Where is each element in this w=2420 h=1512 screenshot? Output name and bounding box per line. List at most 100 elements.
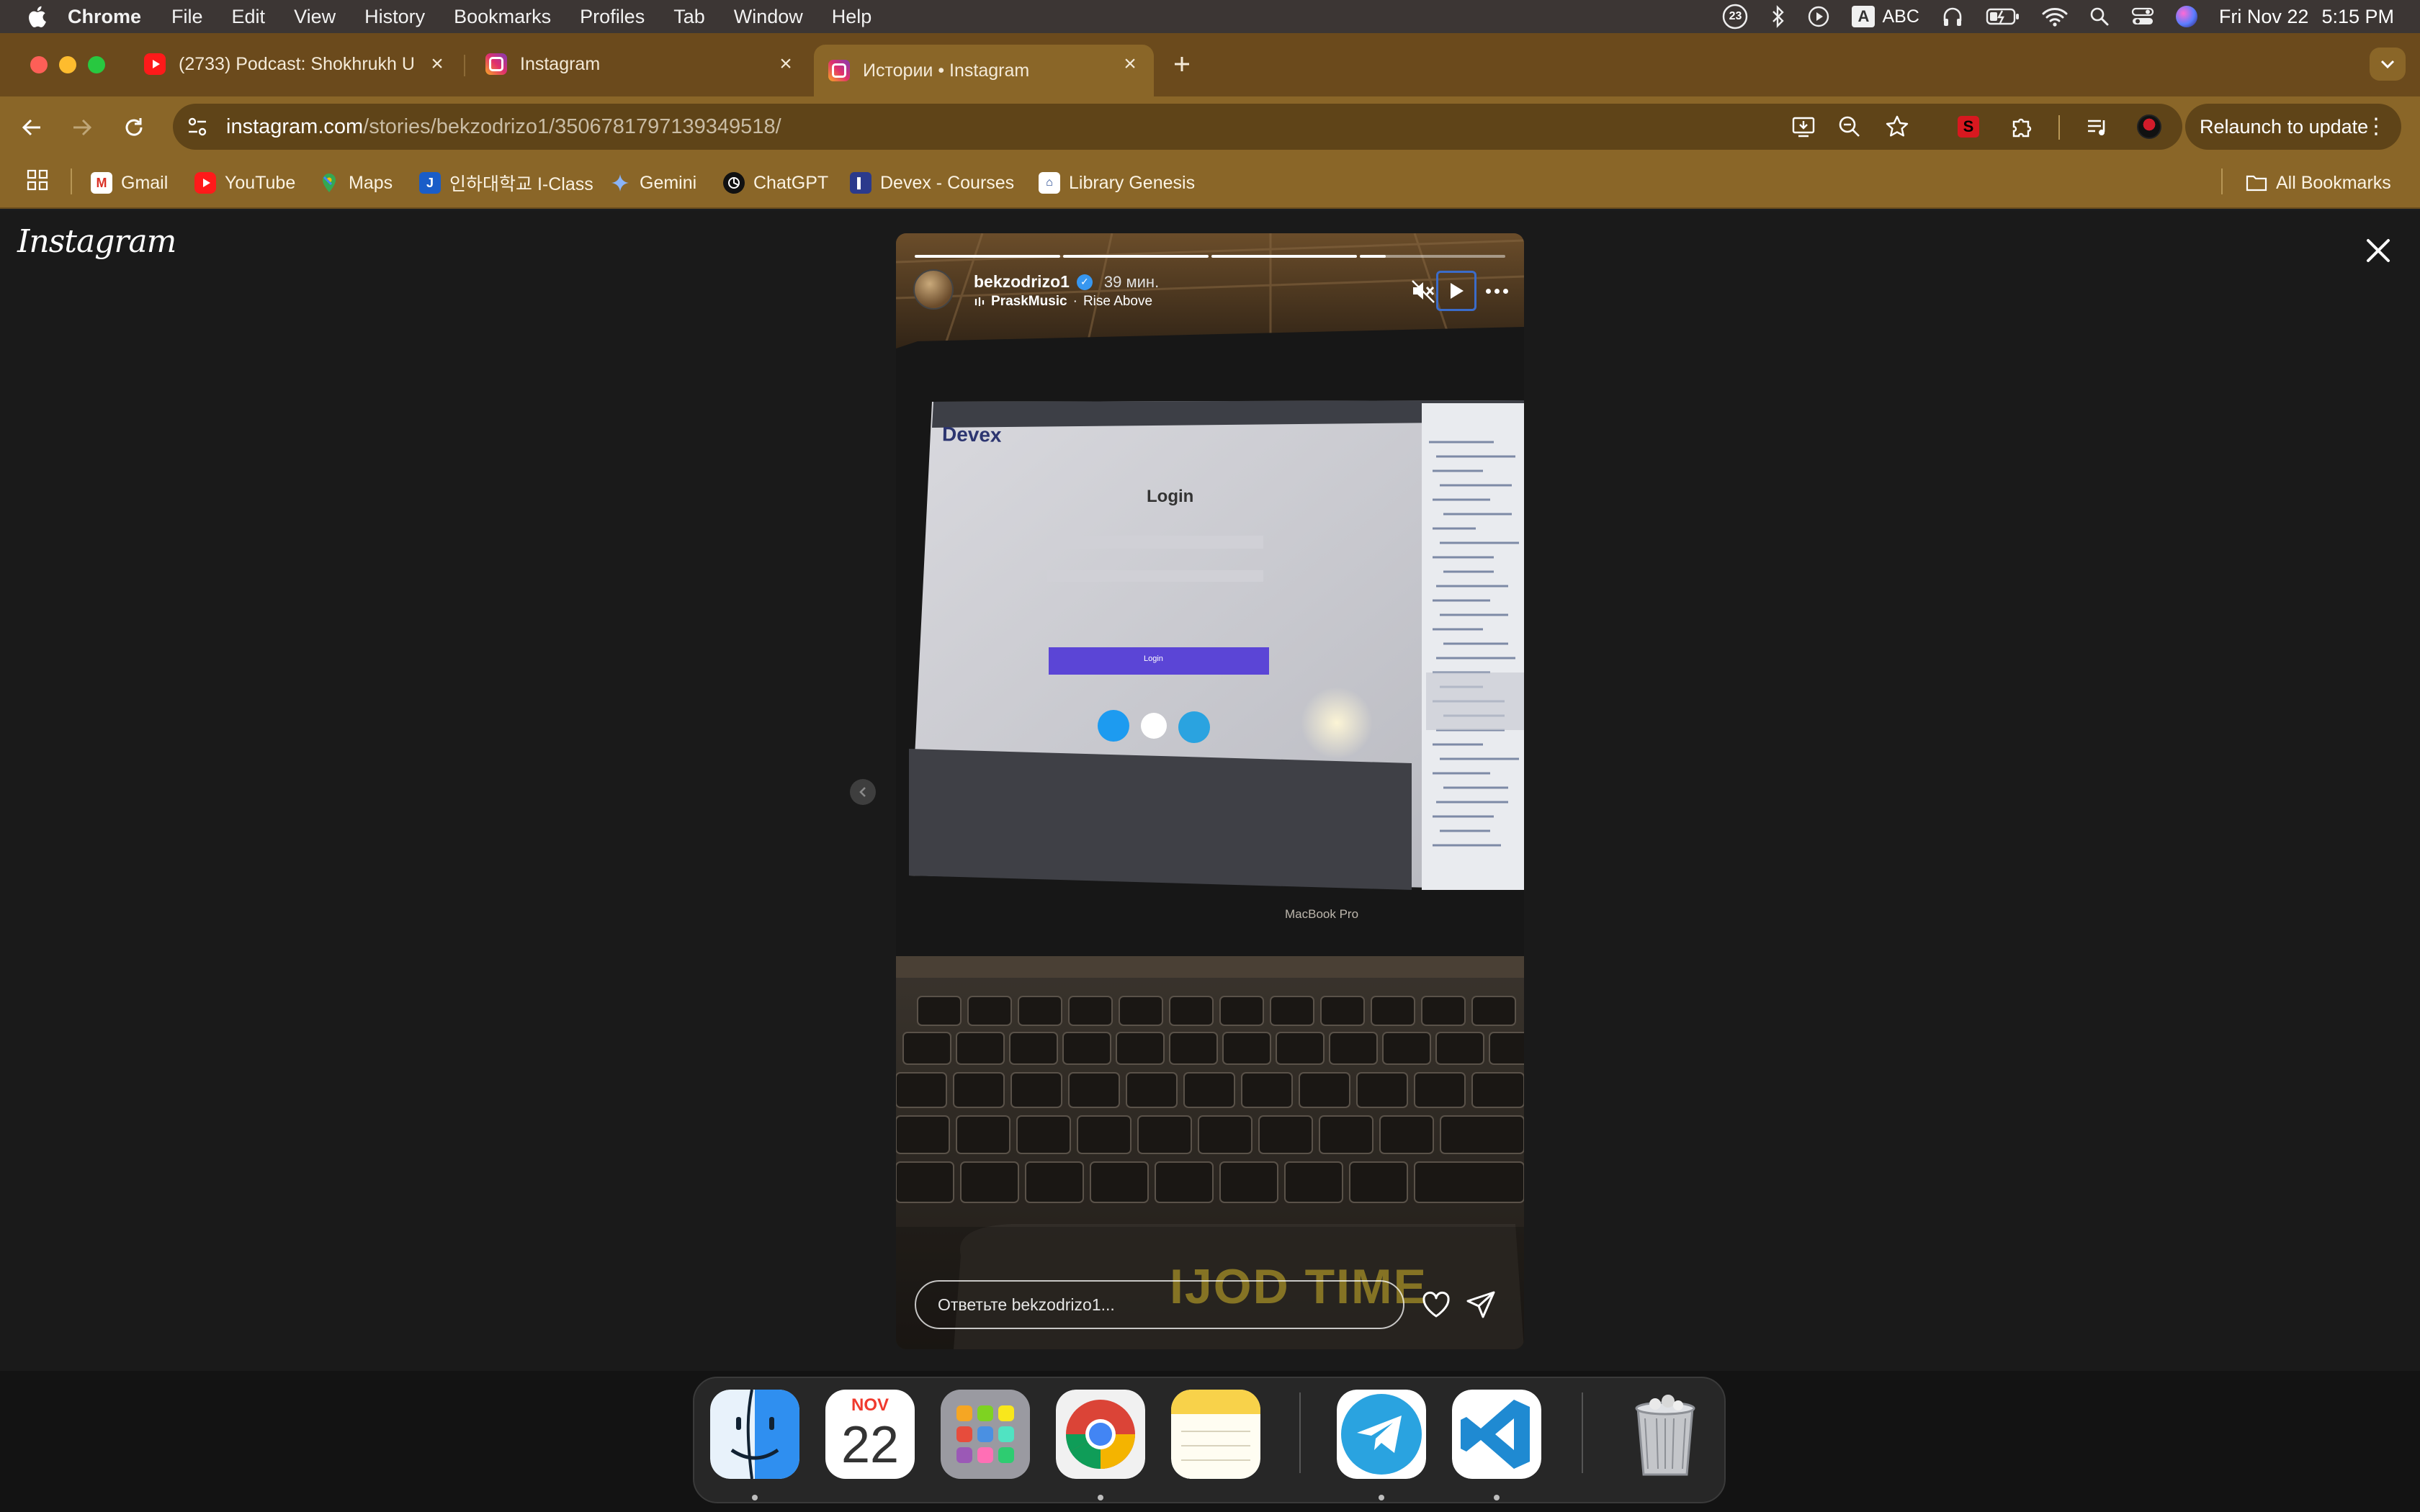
dock-calendar[interactable]: NOV 22 — [825, 1390, 915, 1479]
input-source[interactable]: A ABC — [1852, 6, 1919, 27]
input-source-icon: A — [1852, 6, 1876, 27]
bookmark-star-icon[interactable] — [1884, 114, 1910, 140]
menu-extras: 23 A ABC Fri Nov 22 5:15 PM — [1721, 0, 2394, 33]
reload-button[interactable] — [118, 112, 150, 143]
tab-close-icon[interactable]: × — [426, 53, 448, 75]
dock-finder[interactable] — [710, 1390, 799, 1479]
bookmark-devex[interactable]: ▌ Devex - Courses — [850, 168, 1014, 197]
install-app-icon[interactable] — [1791, 114, 1816, 140]
maps-icon — [318, 172, 340, 194]
menu-window[interactable]: Window — [734, 6, 803, 28]
zoom-out-icon[interactable] — [1837, 114, 1863, 140]
dock-running-indicator — [752, 1495, 758, 1500]
photo-login-button: Login — [1144, 654, 1163, 663]
menu-edit[interactable]: Edit — [232, 6, 266, 28]
avatar[interactable] — [913, 269, 954, 310]
menu-view[interactable]: View — [294, 6, 336, 28]
window-minimize-button[interactable] — [59, 56, 76, 73]
menubar-clock[interactable]: Fri Nov 22 5:15 PM — [2219, 6, 2394, 28]
story-username[interactable]: bekzodrizo1 — [974, 272, 1070, 292]
new-tab-button[interactable] — [1171, 53, 1193, 75]
apple-menu-icon[interactable] — [27, 6, 46, 27]
extensions-puzzle-icon[interactable] — [2009, 114, 2035, 140]
menu-history[interactable]: History — [364, 6, 425, 28]
now-playing-icon[interactable] — [1807, 5, 1830, 28]
all-bookmarks-button[interactable]: All Bookmarks — [2246, 168, 2391, 197]
previous-story-button[interactable] — [850, 779, 876, 805]
dock-separator — [1582, 1392, 1583, 1473]
dock-running-indicator — [1379, 1495, 1384, 1500]
tab-close-icon[interactable]: × — [775, 53, 797, 75]
menu-bookmarks[interactable]: Bookmarks — [454, 6, 551, 28]
menu-help[interactable]: Help — [832, 6, 872, 28]
tab-instagram[interactable]: Instagram × — [471, 45, 810, 84]
story-time: 39 мин. — [1103, 272, 1160, 291]
instagram-logo[interactable]: Instagram — [17, 223, 176, 260]
headphones-icon[interactable] — [1941, 5, 1964, 28]
siri-icon[interactable] — [2175, 6, 2197, 27]
wifi-icon[interactable] — [2042, 6, 2068, 27]
spotlight-search-icon[interactable] — [2089, 6, 2110, 27]
extension-s-icon[interactable]: S — [1955, 114, 1981, 140]
dock-running-indicator — [1098, 1495, 1103, 1500]
tab-youtube-podcast[interactable]: (2733) Podcast: Shokhrukh U × — [130, 45, 461, 84]
heart-icon[interactable] — [1420, 1289, 1452, 1320]
notification-badge-icon[interactable]: 23 — [1721, 4, 1749, 30]
control-center-icon[interactable] — [2131, 6, 2154, 27]
bookmark-library-genesis[interactable]: ⌂ Library Genesis — [1039, 168, 1195, 197]
bookmark-gmail[interactable]: M Gmail — [91, 168, 168, 197]
arrow-left-icon — [22, 119, 40, 136]
more-options-icon[interactable] — [1482, 276, 1511, 305]
dock-launchpad[interactable] — [941, 1390, 1030, 1479]
dock-vscode[interactable] — [1452, 1390, 1541, 1479]
dock-trash[interactable] — [1621, 1390, 1710, 1479]
send-icon[interactable] — [1465, 1289, 1497, 1320]
tab-search-button[interactable] — [2370, 48, 2406, 81]
bookmark-youtube[interactable]: YouTube — [194, 168, 295, 197]
tab-instagram-stories[interactable]: Истории • Instagram × — [814, 45, 1154, 96]
dock-telegram[interactable] — [1337, 1390, 1426, 1479]
forward-button[interactable] — [66, 112, 98, 143]
dock-chrome[interactable] — [1056, 1390, 1145, 1479]
reply-field[interactable] — [915, 1280, 1404, 1329]
back-button[interactable] — [16, 112, 48, 143]
battery-icon[interactable] — [1986, 7, 2020, 26]
story-viewer[interactable]: Devex Login Login MacBook Pro IJOD TIME … — [896, 233, 1524, 1349]
window-zoom-button[interactable] — [88, 56, 105, 73]
bookmark-iclass[interactable]: J 인하대학교 I-Class — [419, 168, 593, 197]
muted-speaker-icon[interactable] — [1410, 278, 1436, 304]
play-button[interactable] — [1436, 271, 1476, 311]
bookmark-gemini[interactable]: Gemini — [609, 168, 696, 197]
close-icon[interactable] — [2362, 235, 2394, 266]
profile-avatar[interactable] — [2136, 114, 2162, 140]
window-close-button[interactable] — [30, 56, 48, 73]
bookmark-label: Gmail — [121, 172, 169, 193]
address-bar[interactable]: instagram.com/stories/bekzodrizo1/350678… — [173, 104, 2182, 150]
url-text[interactable]: instagram.com/stories/bekzodrizo1/350678… — [226, 104, 781, 150]
menu-file[interactable]: File — [171, 6, 203, 28]
calendar-day: 22 — [841, 1416, 900, 1474]
menu-profiles[interactable]: Profiles — [580, 6, 645, 28]
trash-icon — [1635, 1395, 1695, 1476]
music-bars-icon — [974, 297, 985, 306]
tab-close-icon[interactable]: × — [1119, 53, 1141, 75]
site-info-icon[interactable] — [184, 114, 210, 140]
relaunch-label: Relaunch to update — [2200, 116, 2369, 138]
url-path: /stories/bekzodrizo1/3506781797139349518… — [363, 115, 781, 138]
menu-tab[interactable]: Tab — [673, 6, 705, 28]
bookmark-maps[interactable]: Maps — [318, 168, 393, 197]
story-music[interactable]: PraskMusic · Rise Above — [974, 294, 1152, 310]
media-controls-icon[interactable] — [2084, 114, 2110, 140]
toolbar-separator — [2058, 115, 2060, 140]
bookmark-chatgpt[interactable]: ChatGPT — [723, 168, 828, 197]
mac-menu-bar: Chrome File Edit View History Bookmarks … — [0, 0, 2420, 33]
story-photo[interactable] — [896, 233, 1524, 1349]
reply-input[interactable] — [916, 1282, 1403, 1328]
dock-notes[interactable] — [1171, 1390, 1260, 1479]
youtube-icon — [194, 172, 216, 194]
bluetooth-icon[interactable] — [1771, 5, 1785, 28]
menu-app-name[interactable]: Chrome — [68, 6, 141, 28]
chatgpt-icon — [723, 172, 745, 194]
relaunch-to-update-button[interactable]: Relaunch to update ⋮ — [2185, 104, 2401, 150]
apps-grid-icon[interactable] — [26, 168, 49, 192]
